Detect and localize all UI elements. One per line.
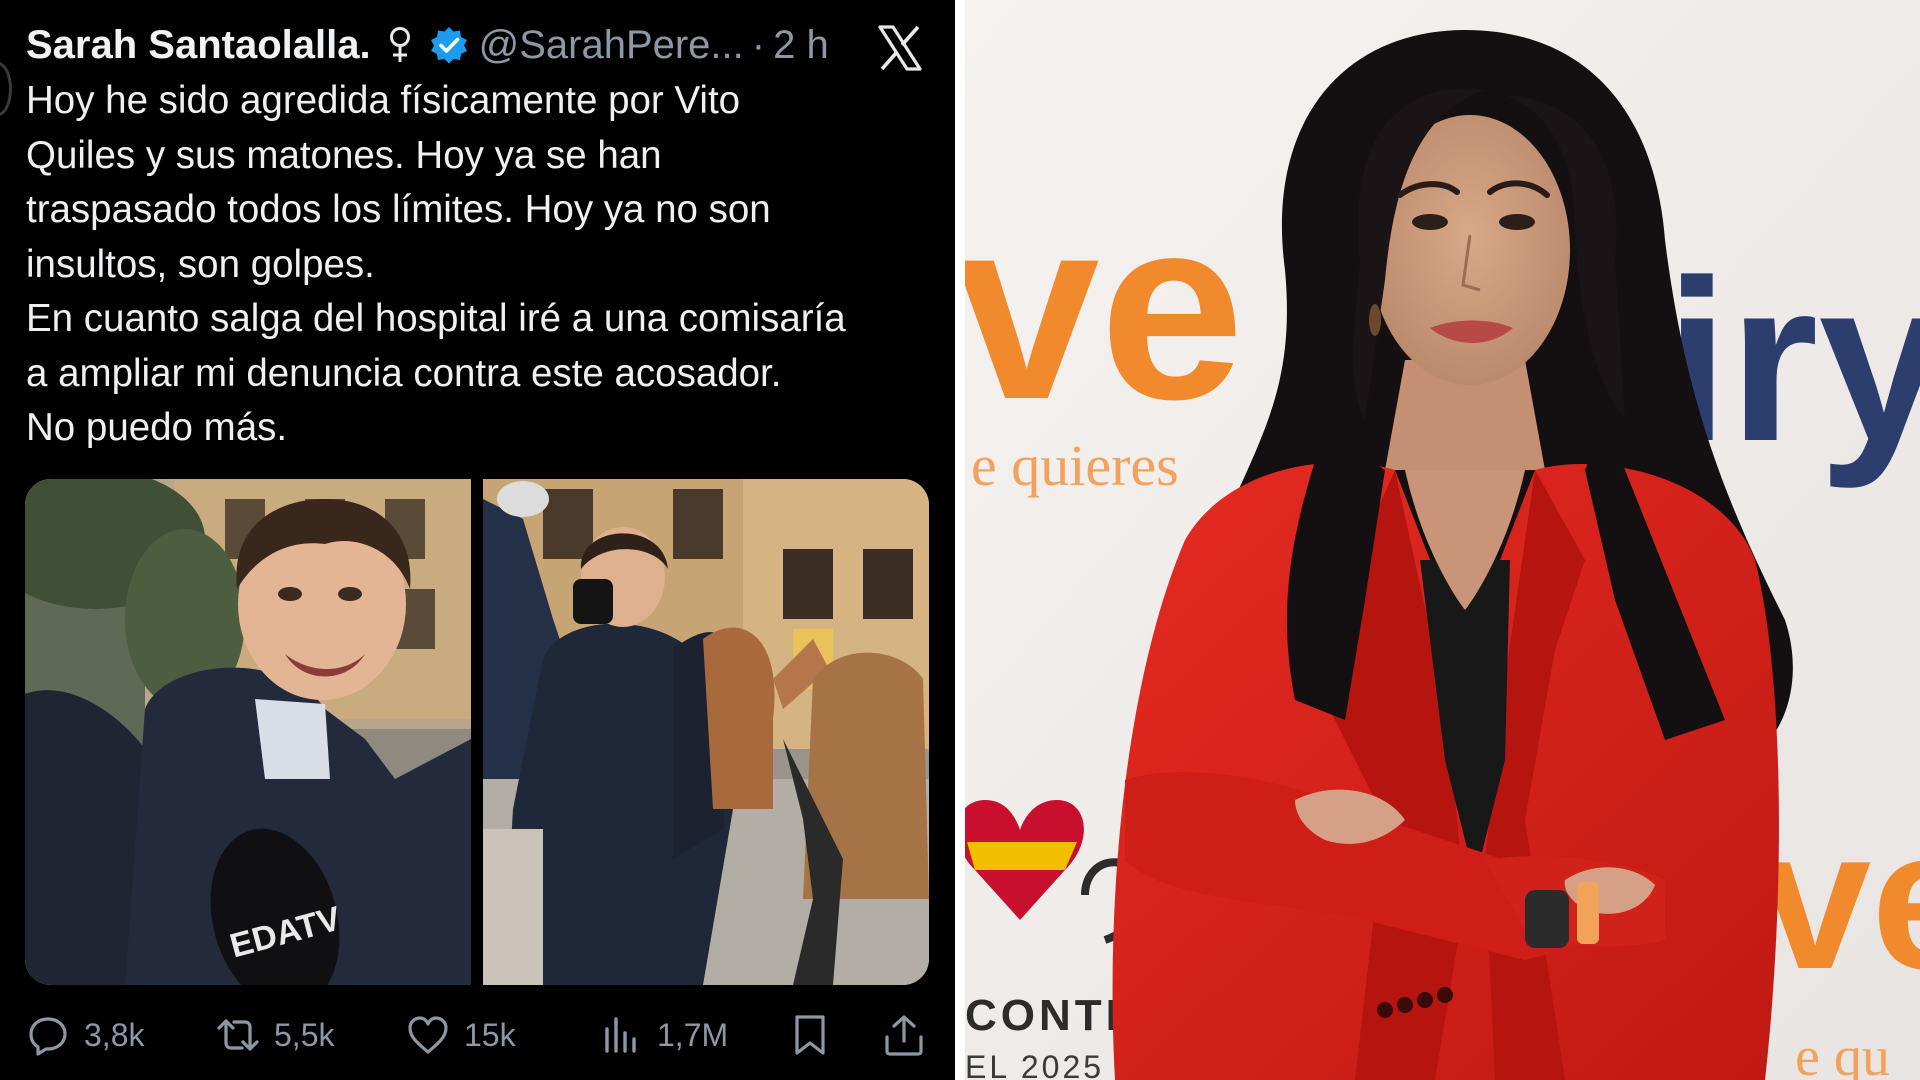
tweet-line: traspasado todos los límites. Hoy ya no … [26,188,771,231]
backdrop-logo-left: ve [965,164,1244,454]
tweet-media-2[interactable] [483,479,929,985]
backdrop-logo-bottom-right: ve [1760,788,1920,1011]
tweet-media-grid: EDATV [25,479,929,985]
tweet-line: En cuanto salga del hospital iré a una c… [26,297,846,340]
tweet-line: a ampliar mi denuncia contra este acosad… [26,351,782,395]
smartwatch [1525,890,1569,948]
tweet-card: Sarah Santaolalla. @SarahPere... · 2 h H… [0,0,955,1080]
tweet-line: Hoy he sido agredida físicamente por Vit… [26,79,741,122]
tweet-text: Hoy he sido agredida físicamente por Vit… [26,74,931,456]
reply-count: 3,8k [84,1016,145,1053]
user-handle[interactable]: @SarahPere... [479,23,744,68]
repost-icon [217,1019,259,1051]
backdrop-year-text: EL 2025 [965,1049,1104,1080]
views-count: 1,7M [657,1016,729,1053]
backdrop-slogan: e quieres [971,433,1179,498]
wristband [1577,882,1599,944]
repost-count: 5,5k [274,1016,335,1053]
share-icon [885,1015,923,1056]
share-button[interactable] [882,1010,926,1060]
tweet-header: Sarah Santaolalla. @SarahPere... · 2 h [26,20,926,70]
views-chart-icon [605,1017,636,1053]
verified-badge-icon [429,25,469,65]
tweet-line: insultos, son golpes. [26,242,375,286]
heart-icon [408,1016,448,1054]
timestamp[interactable]: 2 h [773,23,829,68]
like-button[interactable]: 15k [406,1010,516,1060]
bookmark-icon [795,1015,825,1055]
tweet-line: No puedo más. [26,406,288,449]
female-symbol-icon [385,25,415,65]
repost-button[interactable]: 5,5k [216,1010,334,1060]
portrait-photo: ve e quieres iry ve e qu CONTES EL 2025 [965,0,1920,1080]
avatar[interactable] [0,62,12,116]
tweet-media-1[interactable]: EDATV [25,479,471,985]
tweet-action-bar: 3,8k 5,5k 15k 1,7M [26,1010,931,1060]
x-logo-icon[interactable] [876,24,924,72]
separator: · [751,22,766,67]
bookmark-button[interactable] [788,1010,832,1060]
like-count: 15k [464,1016,516,1053]
backdrop-slogan-bottom: e qu [1795,1026,1890,1080]
tweet-line: Quiles y sus matones. Hoy ya se han [26,133,662,177]
views-button[interactable]: 1,7M [599,1010,728,1060]
display-name[interactable]: Sarah Santaolalla. [26,23,371,68]
reply-button[interactable]: 3,8k [26,1010,144,1060]
reply-icon [29,1017,67,1056]
